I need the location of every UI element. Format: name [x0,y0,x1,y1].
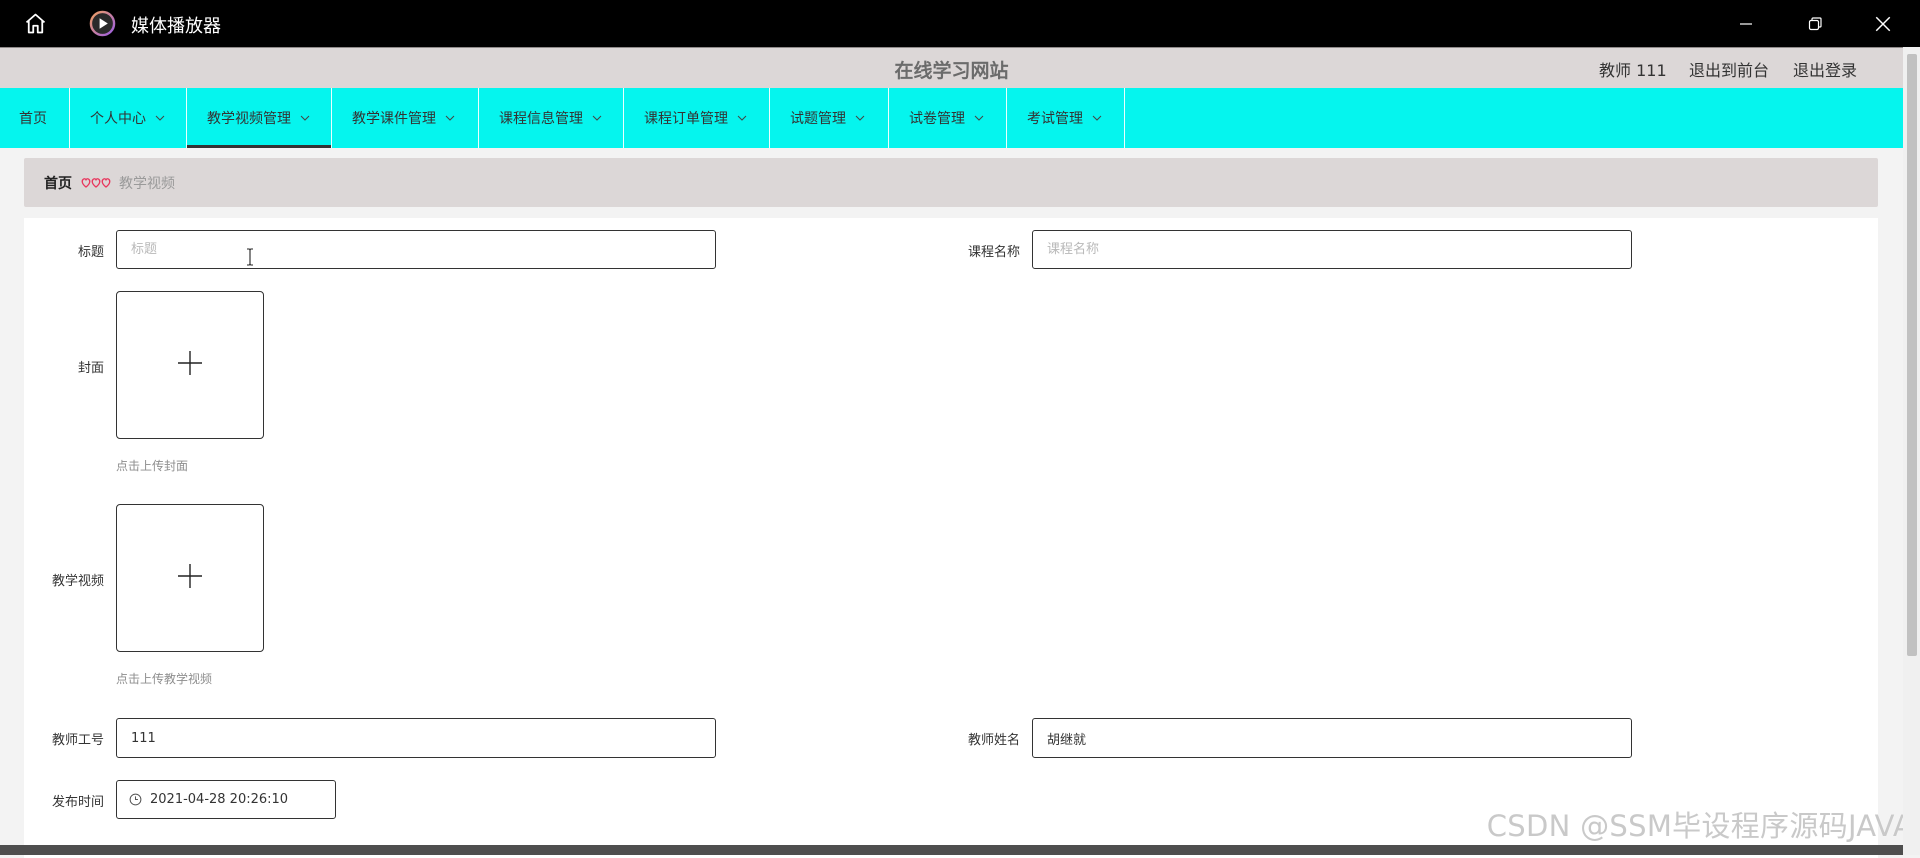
nav-item-label: 试卷管理 [909,111,965,127]
form-panel [24,218,1878,858]
nav-item-label: 课程订单管理 [644,111,728,127]
restore-icon[interactable] [1801,10,1829,38]
site-header: 在线学习网站 教师 111 退出到前台 退出登录 [0,47,1903,88]
chevron-down-icon [855,115,865,121]
nav-item-label: 考试管理 [1027,111,1083,127]
plus-icon [177,350,203,380]
nav-item-label: 教学视频管理 [207,111,291,127]
chevron-down-icon [974,115,984,121]
chevron-down-icon [592,115,602,121]
home-icon[interactable] [22,10,49,37]
logout-link[interactable]: 退出登录 [1793,57,1857,81]
course-name-input[interactable] [1032,230,1632,269]
breadcrumb-home[interactable]: 首页 [44,173,72,193]
nav-item-paper-management[interactable]: 试卷管理 [889,88,1007,148]
nav-item-label: 试题管理 [790,111,846,127]
cover-upload-hint: 点击上传封面 [116,459,189,473]
video-label: 教学视频 [51,574,104,589]
user-label: 教师 111 [1599,61,1667,80]
nav-item-label: 首页 [19,111,47,127]
publish-time-picker[interactable]: 2021-04-28 20:26:10 [116,780,336,819]
nav-item-personal-center[interactable]: 个人中心 [70,88,187,148]
teacher-id-label: 教师工号 [51,733,104,748]
teacher-name-label: 教师姓名 [967,733,1020,748]
publish-time-value: 2021-04-28 20:26:10 [150,792,289,807]
heart-icon [81,177,111,189]
nav-item-courseware-management[interactable]: 教学课件管理 [332,88,479,148]
text-cursor-icon [244,248,256,266]
bottom-strip [0,845,1903,855]
breadcrumb: 首页 教学视频 [24,158,1878,207]
nav-item-label: 教学课件管理 [352,111,436,127]
cover-label: 封面 [77,361,104,376]
video-upload-box[interactable] [116,504,264,652]
title-label: 标题 [77,245,104,260]
course-name-label: 课程名称 [967,245,1020,260]
publish-time-label: 发布时间 [51,795,104,810]
window-titlebar: 媒体播放器 [0,0,1920,47]
nav-item-home[interactable]: 首页 [0,88,70,148]
nav-item-question-management[interactable]: 试题管理 [770,88,889,148]
minimize-icon[interactable] [1732,10,1760,38]
window-title: 媒体播放器 [131,16,221,37]
nav-item-label: 课程信息管理 [499,111,583,127]
chevron-down-icon [737,115,747,121]
nav-item-exam-management[interactable]: 考试管理 [1007,88,1125,148]
vertical-scrollbar[interactable] [1903,47,1920,855]
close-icon[interactable] [1869,10,1897,38]
chevron-down-icon [155,115,165,121]
plus-icon [177,563,203,593]
nav-item-video-management[interactable]: 教学视频管理 [187,88,332,148]
teacher-name-input[interactable] [1032,718,1632,758]
main-nav: 首页 个人中心 教学视频管理 教学课件管理 课程信息管理 课程订单管理 试题管理… [0,88,1903,148]
media-player-icon [89,10,116,37]
title-input[interactable] [116,230,716,269]
scrollbar-thumb[interactable] [1907,54,1917,656]
nav-item-label: 个人中心 [90,111,146,127]
chevron-down-icon [300,115,310,121]
back-to-front-link[interactable]: 退出到前台 [1689,57,1769,81]
breadcrumb-current: 教学视频 [119,175,175,192]
cover-upload-box[interactable] [116,291,264,439]
teacher-id-input[interactable] [116,718,716,758]
watermark: CSDN @SSM毕设程序源码JAVA [1486,809,1913,843]
chevron-down-icon [1092,115,1102,121]
video-upload-hint: 点击上传教学视频 [116,672,213,686]
clock-icon [129,793,142,806]
nav-item-course-info-management[interactable]: 课程信息管理 [479,88,624,148]
chevron-down-icon [445,115,455,121]
nav-item-course-order-management[interactable]: 课程订单管理 [624,88,770,148]
